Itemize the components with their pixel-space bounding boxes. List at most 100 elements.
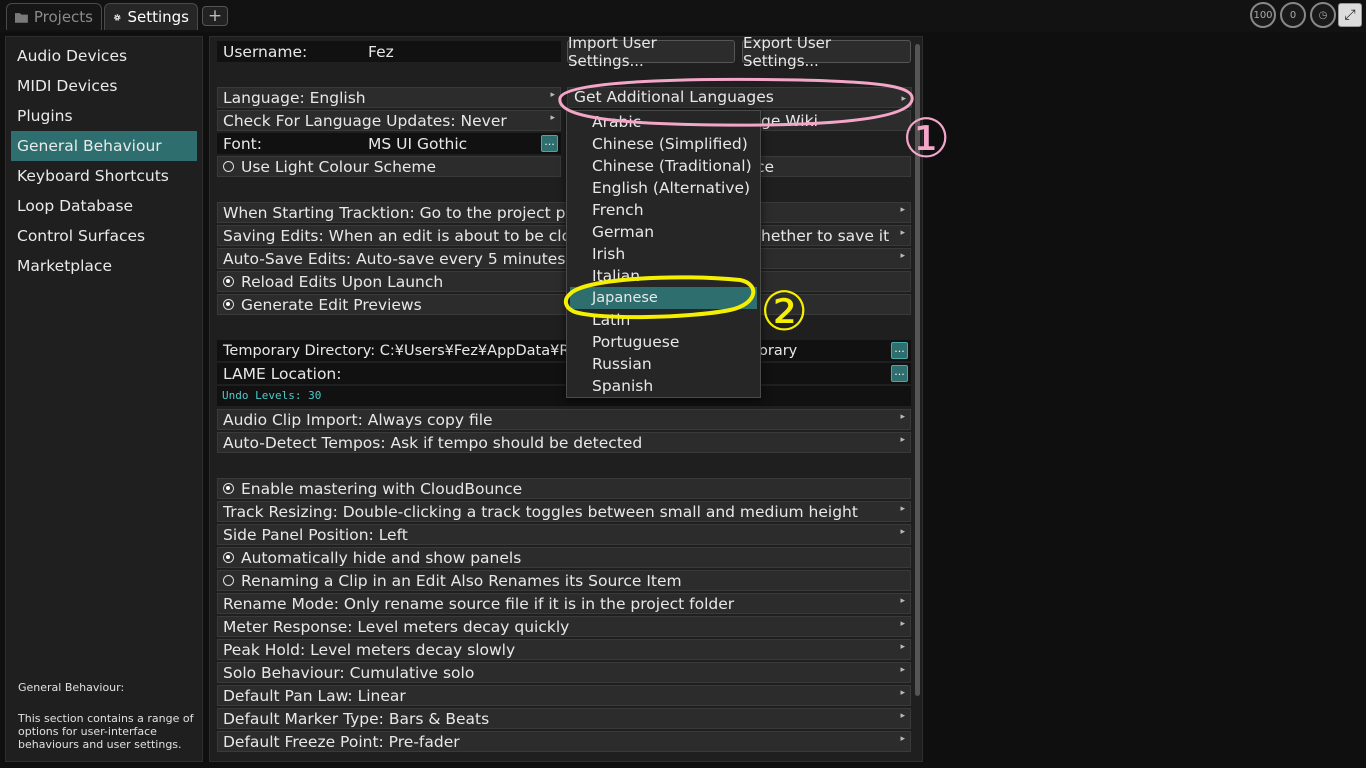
sidebar-item-marketplace[interactable]: Marketplace	[6, 251, 202, 281]
lame-location-field[interactable]: LAME Location: ...	[217, 363, 911, 384]
arrow-right-icon: ▸	[900, 688, 905, 698]
temporary-directory-browse-button[interactable]: ...	[891, 342, 908, 359]
radio-on-icon	[223, 276, 234, 287]
sidebar-item-control-surfaces[interactable]: Control Surfaces	[6, 221, 202, 251]
maximize-icon[interactable]: ⤢	[1338, 3, 1362, 27]
autosave-label: Auto-Save Edits: Auto-save every 5 minut…	[223, 249, 566, 268]
folder-icon	[15, 12, 28, 23]
autosave-select[interactable]: Auto-Save Edits: Auto-save every 5 minut…	[217, 248, 911, 269]
language-option[interactable]: Italian	[567, 265, 760, 287]
auto-detect-tempos-label: Auto-Detect Tempos: Ask if tempo should …	[223, 433, 643, 452]
meter-response-select[interactable]: Meter Response: Level meters decay quick…	[217, 616, 911, 637]
arrow-right-icon: ▸	[900, 527, 905, 537]
export-user-settings-button[interactable]: Export User Settings...	[742, 34, 911, 70]
light-colour-toggle[interactable]: Use Light Colour Scheme	[217, 156, 561, 177]
solo-behaviour-select[interactable]: Solo Behaviour: Cumulative solo ▸	[217, 662, 911, 683]
cpu-meter-icon[interactable]: 100	[1250, 2, 1276, 28]
edit-previews-toggle[interactable]: Generate Edit Previews	[217, 294, 911, 315]
rename-mode-select[interactable]: Rename Mode: Only rename source file if …	[217, 593, 911, 614]
language-option-selected[interactable]: Japanese	[570, 287, 757, 309]
get-additional-languages-item[interactable]: Get Additional Languages ▸	[567, 87, 912, 108]
language-select[interactable]: Language: English ▸	[217, 87, 561, 108]
clock-icon[interactable]: ◷	[1310, 2, 1336, 28]
lame-location-label: LAME Location:	[223, 364, 342, 383]
language-option[interactable]: Portuguese	[567, 331, 760, 353]
auto-hide-panels-label: Automatically hide and show panels	[241, 548, 522, 567]
username-value: Fez	[368, 42, 394, 61]
disk-meter-icon[interactable]: 0	[1280, 2, 1306, 28]
import-user-settings-button[interactable]: Import User Settings...	[567, 34, 735, 70]
peak-hold-label: Peak Hold: Level meters decay slowly	[223, 640, 516, 659]
section-description: General Behaviour: This section contains…	[18, 681, 198, 751]
freeze-point-label: Default Freeze Point: Pre-fader	[223, 732, 460, 751]
renaming-clip-label: Renaming a Clip in an Edit Also Renames …	[241, 571, 682, 590]
vertical-scrollbar[interactable]	[915, 44, 920, 696]
mastering-label: Enable mastering with CloudBounce	[241, 479, 523, 498]
arrow-right-icon: ▸	[550, 113, 555, 123]
language-option[interactable]: Latin	[567, 309, 760, 331]
arrow-right-icon: ▸	[900, 412, 905, 422]
language-option[interactable]: Spanish	[567, 375, 760, 397]
renaming-clip-toggle[interactable]: Renaming a Clip in an Edit Also Renames …	[217, 570, 911, 591]
arrow-right-icon: ▸	[900, 665, 905, 675]
font-value: MS UI Gothic	[368, 134, 468, 153]
language-option[interactable]: Chinese (Simplified)	[567, 133, 760, 155]
language-option[interactable]: English (Alternative)	[567, 177, 760, 199]
section-description-text: This section contains a range of options…	[18, 712, 194, 751]
sidebar-item-midi-devices[interactable]: MIDI Devices	[6, 71, 202, 101]
sidebar-item-plugins[interactable]: Plugins	[6, 101, 202, 131]
sidebar-item-audio-devices[interactable]: Audio Devices	[6, 41, 202, 71]
auto-hide-panels-toggle[interactable]: Automatically hide and show panels	[217, 547, 911, 568]
language-label: Language: English	[223, 88, 366, 107]
add-tab-button[interactable]: +	[202, 6, 228, 26]
tab-projects-label: Projects	[33, 8, 93, 26]
sidebar-item-general-behaviour[interactable]: General Behaviour	[11, 131, 197, 161]
language-wiki-label: ge Wiki	[761, 111, 818, 130]
marker-type-select[interactable]: Default Marker Type: Bars & Beats ▸	[217, 708, 911, 729]
starting-behaviour-select[interactable]: When Starting Tracktion: Go to the proje…	[217, 202, 911, 223]
temporary-directory-suffix: orary	[759, 342, 798, 359]
font-field[interactable]: Font: MS UI Gothic ...	[217, 133, 561, 154]
freeze-point-select[interactable]: Default Freeze Point: Pre-fader ▸	[217, 731, 911, 752]
language-option[interactable]: French	[567, 199, 760, 221]
language-updates-select[interactable]: Check For Language Updates: Never ▸	[217, 110, 561, 131]
arrow-right-icon: ▸	[900, 642, 905, 652]
arrow-right-icon: ▸	[900, 619, 905, 629]
colour-scheme-button[interactable]: ce	[740, 156, 911, 177]
side-panel-position-select[interactable]: Side Panel Position: Left ▸	[217, 524, 911, 545]
arrow-right-icon: ▸	[900, 205, 905, 215]
radio-off-icon	[223, 161, 234, 172]
temporary-directory-field[interactable]: Temporary Directory: C:¥Users¥Fez¥AppDat…	[217, 340, 911, 361]
language-option[interactable]: Arabic	[567, 111, 760, 133]
font-browse-button[interactable]: ...	[541, 135, 558, 152]
sidebar-item-keyboard-shortcuts[interactable]: Keyboard Shortcuts	[6, 161, 202, 191]
tab-settings[interactable]: Settings	[104, 3, 198, 30]
arrow-right-icon: ▸	[900, 504, 905, 514]
audio-clip-import-label: Audio Clip Import: Always copy file	[223, 410, 493, 429]
arrow-right-icon: ▸	[901, 94, 906, 104]
language-option[interactable]: Chinese (Traditional)	[567, 155, 760, 177]
status-meters: 100 0 ◷	[1250, 2, 1336, 28]
audio-clip-import-select[interactable]: Audio Clip Import: Always copy file ▸	[217, 409, 911, 430]
username-field[interactable]: Username: Fez	[217, 41, 561, 62]
pan-law-select[interactable]: Default Pan Law: Linear ▸	[217, 685, 911, 706]
mastering-toggle[interactable]: Enable mastering with CloudBounce	[217, 478, 911, 499]
language-option[interactable]: Irish	[567, 243, 760, 265]
track-resizing-select[interactable]: Track Resizing: Double-clicking a track …	[217, 501, 911, 522]
light-colour-label: Use Light Colour Scheme	[241, 157, 437, 176]
undo-levels-slider[interactable]: Undo Levels: 30	[217, 386, 911, 406]
saving-edits-select[interactable]: Saving Edits: When an edit is about to b…	[217, 225, 911, 246]
rename-mode-label: Rename Mode: Only rename source file if …	[223, 594, 735, 613]
tab-settings-label: Settings	[127, 8, 189, 26]
lame-location-browse-button[interactable]: ...	[891, 365, 908, 382]
get-additional-languages-label: Get Additional Languages	[574, 88, 774, 106]
sidebar-item-loop-database[interactable]: Loop Database	[6, 191, 202, 221]
peak-hold-select[interactable]: Peak Hold: Level meters decay slowly ▸	[217, 639, 911, 660]
language-option[interactable]: Russian	[567, 353, 760, 375]
section-description-title: General Behaviour:	[18, 681, 125, 694]
tab-projects[interactable]: Projects	[6, 3, 102, 30]
reload-edits-toggle[interactable]: Reload Edits Upon Launch	[217, 271, 911, 292]
language-updates-label: Check For Language Updates: Never	[223, 111, 507, 130]
language-option[interactable]: German	[567, 221, 760, 243]
auto-detect-tempos-select[interactable]: Auto-Detect Tempos: Ask if tempo should …	[217, 432, 911, 453]
